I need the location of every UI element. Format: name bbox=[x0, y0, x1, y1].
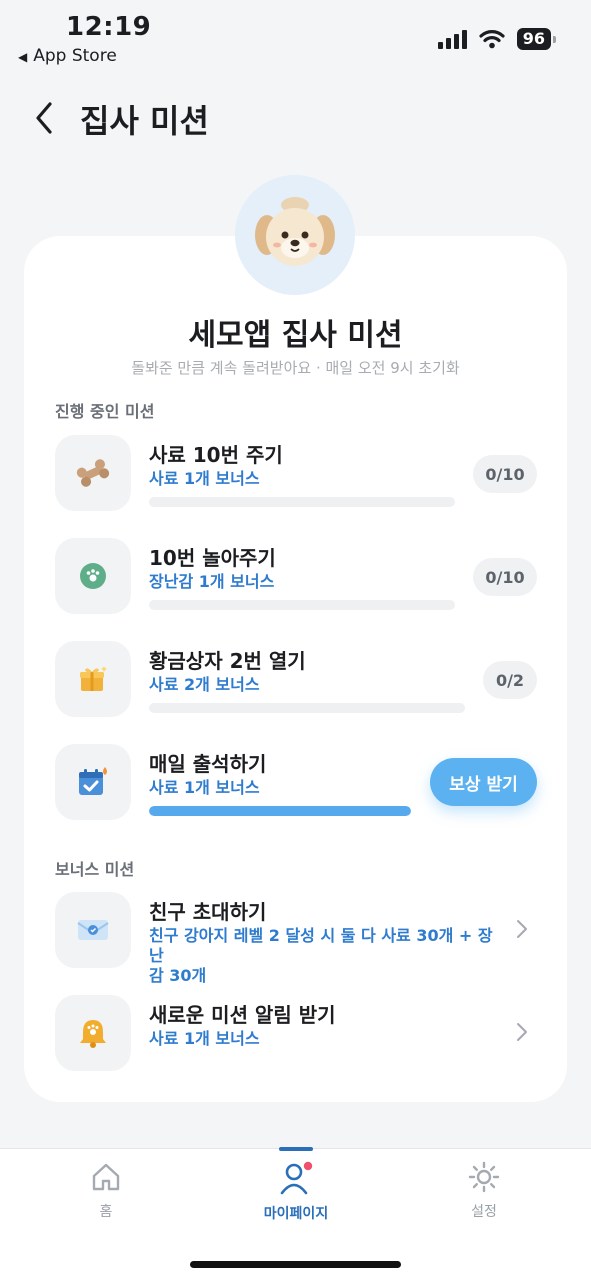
mission-reward: 사료 1개 보너스 bbox=[149, 469, 260, 488]
gift-box-icon bbox=[80, 666, 107, 691]
mission-icon-box bbox=[55, 641, 131, 717]
tab-home-label: 홈 bbox=[99, 1204, 113, 1220]
back-app-label: App Store bbox=[33, 46, 117, 66]
home-indicator bbox=[190, 1261, 401, 1268]
bonus-item-invite-friend[interactable]: 친구 초대하기 친구 강아지 레벨 2 달성 시 둘 다 사료 30개 + 장난… bbox=[55, 892, 537, 985]
wifi-icon bbox=[479, 30, 505, 49]
mission-reward: 사료 2개 보너스 bbox=[149, 675, 260, 694]
bone-icon bbox=[76, 459, 110, 487]
tab-mypage[interactable]: 마이페이지 bbox=[236, 1161, 356, 1223]
mission-item-attendance: 매일 출석하기 사료 1개 보너스 보상 받기 bbox=[55, 744, 537, 820]
mission-icon-box bbox=[55, 744, 131, 820]
mission-title: 매일 출석하기 bbox=[149, 752, 267, 776]
mission-title: 친구 초대하기 bbox=[149, 900, 267, 924]
mission-reward: 사료 1개 보너스 bbox=[149, 1029, 260, 1048]
claim-reward-button[interactable]: 보상 받기 bbox=[430, 758, 537, 806]
bell-icon bbox=[80, 1020, 106, 1048]
mission-icon-box bbox=[55, 892, 131, 968]
active-tab-indicator bbox=[279, 1147, 313, 1151]
battery-indicator: 96 bbox=[516, 28, 557, 50]
progress-count-badge: 0/10 bbox=[473, 455, 537, 493]
progress-track bbox=[149, 806, 411, 816]
tab-settings[interactable]: 설정 bbox=[424, 1161, 544, 1221]
progress-count-badge: 0/10 bbox=[473, 558, 537, 596]
progress-track bbox=[149, 600, 455, 610]
home-icon bbox=[92, 1163, 120, 1191]
mission-reward: 친구 강아지 레벨 2 달성 시 둘 다 사료 30개 + 장난 감 30개 bbox=[149, 926, 493, 985]
progress-count-badge: 0/2 bbox=[483, 661, 537, 699]
mission-item-feed: 사료 10번 주기 사료 1개 보너스 0/10 bbox=[55, 435, 537, 511]
back-triangle-icon: ◀ bbox=[18, 50, 28, 64]
chevron-right-icon[interactable] bbox=[515, 1021, 529, 1043]
progress-track bbox=[149, 497, 455, 507]
mission-reward: 장난감 1개 보너스 bbox=[149, 572, 275, 591]
mission-icon-box bbox=[55, 538, 131, 614]
mission-reward: 사료 1개 보너스 bbox=[149, 778, 260, 797]
mission-item-golden-box: 황금상자 2번 열기 사료 2개 보너스 0/2 bbox=[55, 641, 537, 717]
status-time: 12:19 bbox=[66, 12, 152, 42]
card-title: 세모앱 집사 미션 bbox=[188, 318, 403, 353]
tab-settings-label: 설정 bbox=[471, 1204, 497, 1220]
chevron-right-icon[interactable] bbox=[515, 918, 529, 940]
calendar-check-icon bbox=[79, 767, 107, 795]
status-indicators: 96 bbox=[437, 28, 557, 50]
envelope-icon bbox=[77, 920, 109, 940]
puppy-face-icon bbox=[255, 197, 335, 266]
notification-dot bbox=[303, 1161, 313, 1171]
back-arrow-icon[interactable] bbox=[30, 100, 60, 136]
ball-icon bbox=[80, 563, 106, 589]
progress-fill bbox=[149, 806, 411, 816]
person-icon bbox=[280, 1161, 313, 1195]
tab-mypage-label: 마이페이지 bbox=[263, 1206, 329, 1222]
mission-title: 새로운 미션 알림 받기 bbox=[149, 1003, 336, 1027]
mission-title: 황금상자 2번 열기 bbox=[149, 649, 306, 673]
avatar bbox=[235, 175, 355, 295]
card-subtitle: 돌봐준 만큼 계속 돌려받아요 · 매일 오전 9시 초기화 bbox=[131, 359, 460, 377]
back-to-app-link[interactable]: ◀ App Store bbox=[18, 46, 117, 66]
mission-icon-box bbox=[55, 995, 131, 1071]
mission-item-play: 10번 놀아주기 장난감 1개 보너스 0/10 bbox=[55, 538, 537, 614]
gear-icon bbox=[468, 1161, 500, 1193]
tab-home[interactable]: 홈 bbox=[46, 1161, 166, 1221]
bonus-item-notification[interactable]: 새로운 미션 알림 받기 사료 1개 보너스 bbox=[55, 995, 537, 1071]
section-label-in-progress: 진행 중인 미션 bbox=[55, 402, 155, 421]
mission-title: 10번 놀아주기 bbox=[149, 546, 276, 570]
mission-title: 사료 10번 주기 bbox=[149, 443, 283, 467]
page-title: 집사 미션 bbox=[80, 102, 209, 140]
section-label-bonus: 보너스 미션 bbox=[55, 860, 135, 879]
cellular-signal-icon bbox=[437, 29, 467, 49]
progress-track bbox=[149, 703, 465, 713]
mission-icon-box bbox=[55, 435, 131, 511]
